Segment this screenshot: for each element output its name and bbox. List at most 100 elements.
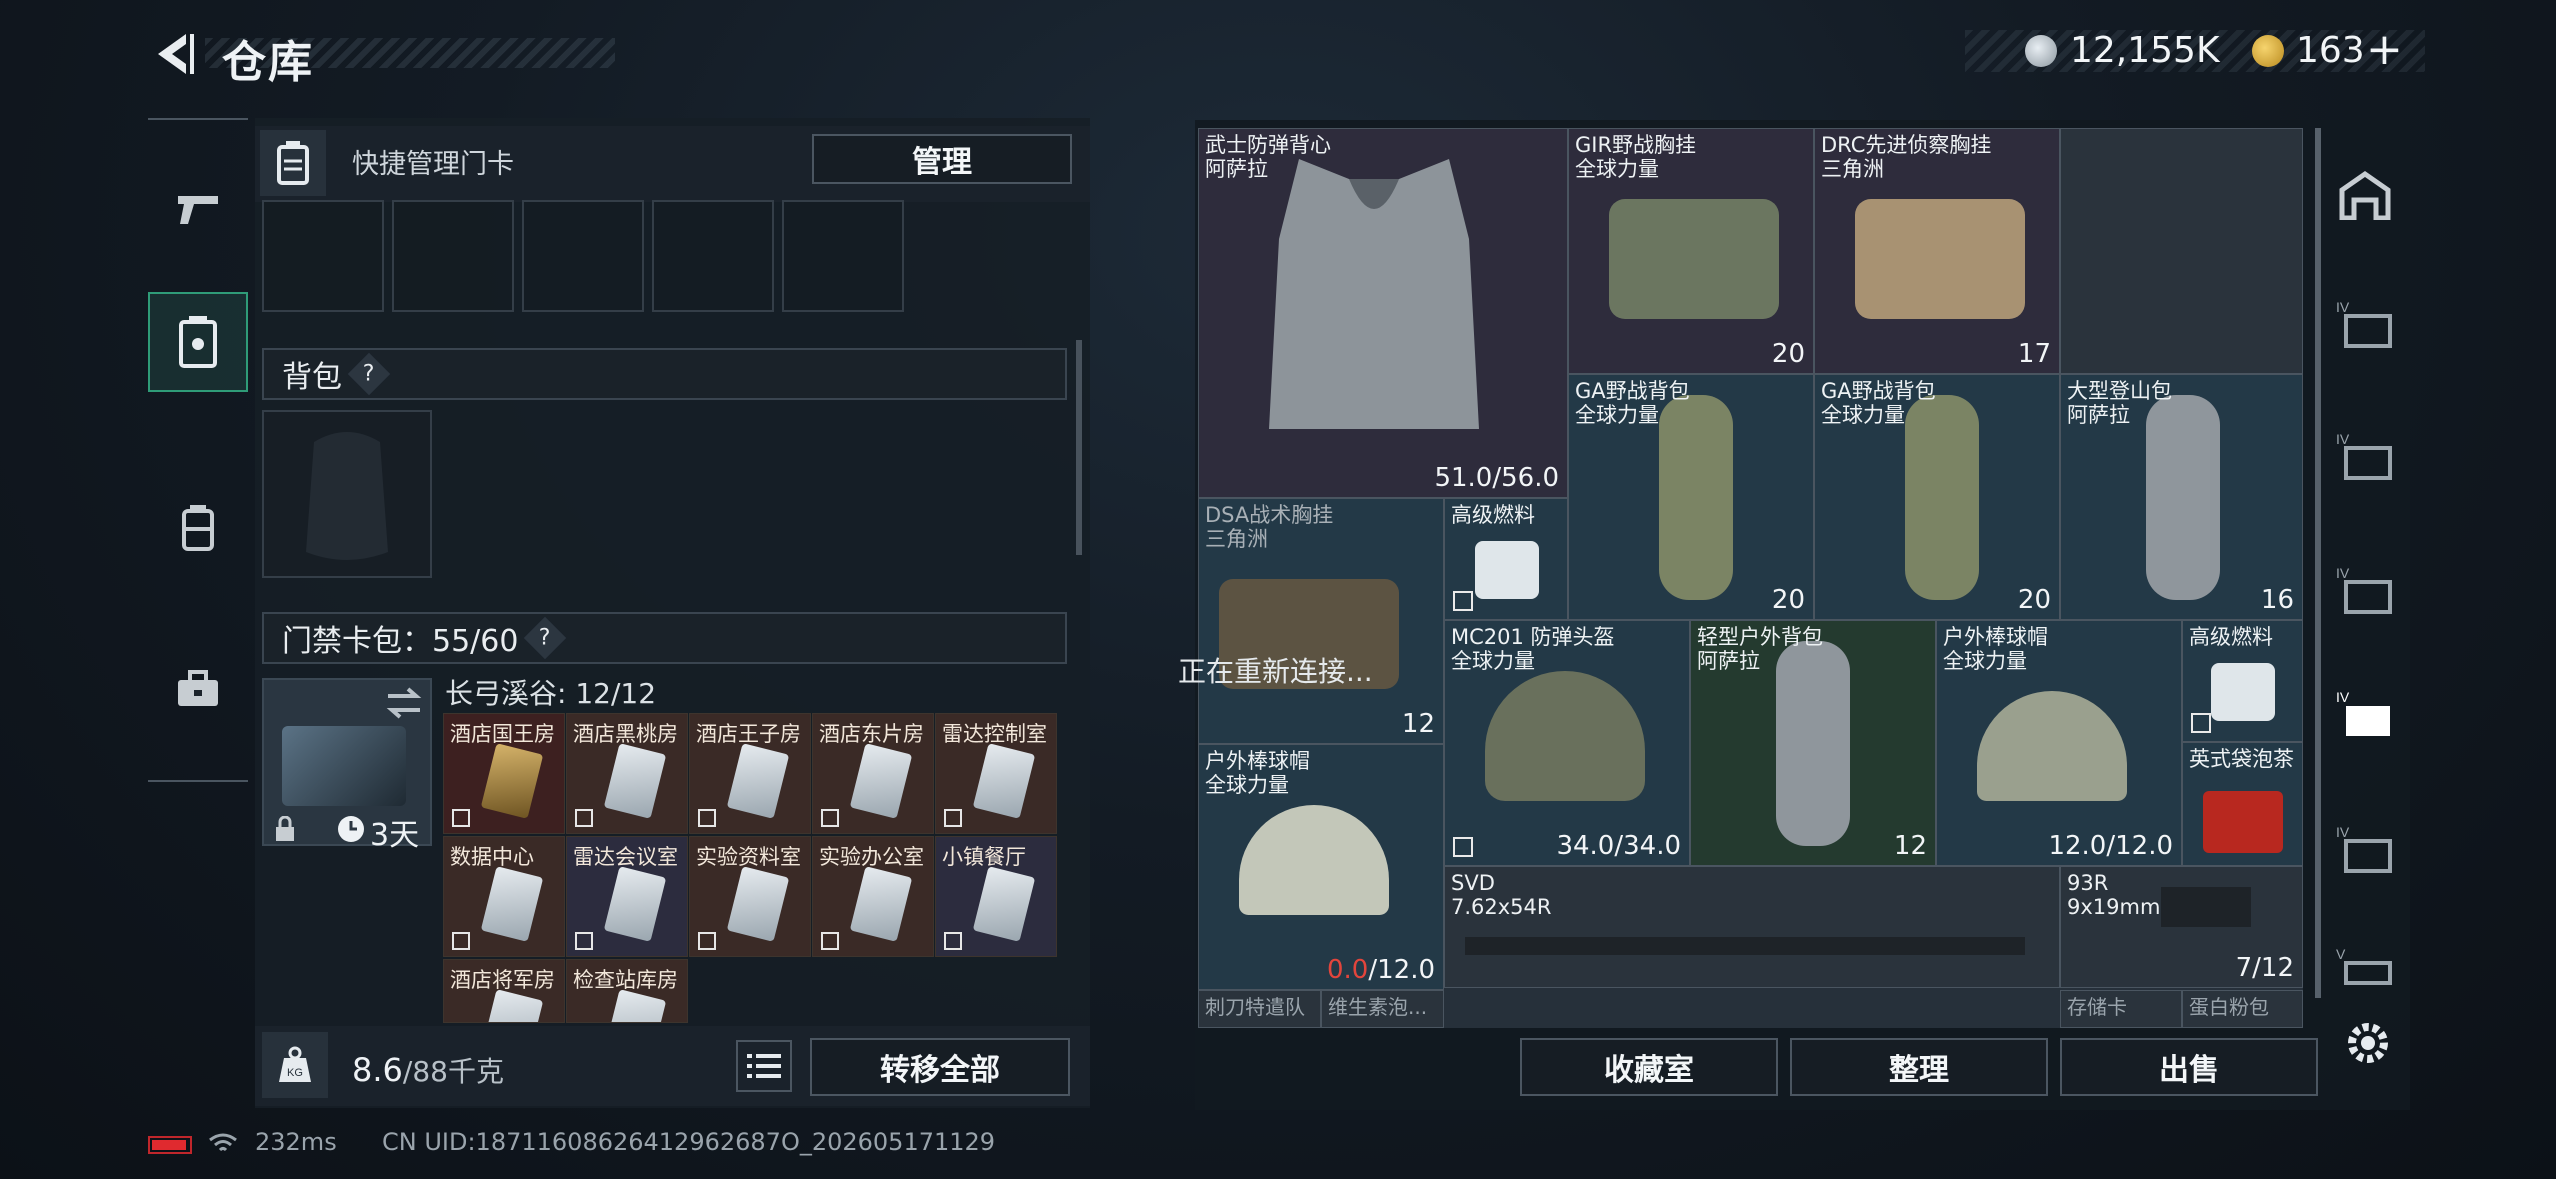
gear-icon[interactable] bbox=[2340, 1015, 2396, 1071]
keycard-case-slot[interactable]: 3天 bbox=[262, 678, 432, 853]
storage-box-icon: IV bbox=[2336, 299, 2392, 348]
storage-box-icon: V bbox=[2336, 946, 2392, 985]
empty-slot[interactable] bbox=[2060, 128, 2303, 374]
item-cap[interactable]: 户外棒球帽 全球力量 12.0/12.0 bbox=[1936, 620, 2182, 866]
item-fuel[interactable]: 高级燃料 bbox=[2182, 620, 2303, 742]
warehouse-tab-2[interactable]: IV bbox=[2330, 556, 2400, 626]
warehouse-tab-4[interactable]: IV bbox=[2330, 290, 2400, 360]
help-icon[interactable]: ? bbox=[524, 616, 567, 660]
item-partial[interactable]: 存储卡 bbox=[2060, 990, 2182, 1028]
quick-slot[interactable] bbox=[652, 200, 774, 312]
transfer-all-button[interactable]: 转移全部 bbox=[810, 1038, 1070, 1096]
svg-text:IV: IV bbox=[2336, 689, 2350, 705]
nav-case[interactable] bbox=[148, 640, 248, 740]
keycard-cell[interactable]: 酒店东片房 bbox=[812, 713, 934, 834]
item-backpack[interactable]: 轻型户外背包 阿萨拉 12 bbox=[1690, 620, 1936, 866]
keycard-icon bbox=[260, 130, 326, 196]
nav-keycard[interactable] bbox=[148, 292, 248, 392]
keycard-quick-label: 快捷管理门卡 bbox=[352, 149, 514, 180]
storage-box-icon: IV bbox=[2336, 689, 2390, 736]
manage-button[interactable]: 管理 bbox=[812, 134, 1072, 184]
item-partial[interactable]: 维生素泡... bbox=[1321, 990, 1444, 1028]
keycard-cell[interactable]: 酒店黑桃房 bbox=[566, 713, 688, 834]
keycard-cell[interactable]: 数据中心 bbox=[443, 836, 565, 957]
keycard-image bbox=[726, 743, 790, 819]
sort-button[interactable]: 整理 bbox=[1790, 1038, 2048, 1096]
swap-icon[interactable] bbox=[384, 686, 424, 720]
keycard-image bbox=[726, 866, 790, 942]
backpack-silhouette-icon bbox=[306, 432, 388, 560]
left-scrollbar[interactable] bbox=[1076, 340, 1082, 555]
keycard-image bbox=[603, 743, 667, 819]
quick-slot[interactable] bbox=[392, 200, 514, 312]
sell-button[interactable]: 出售 bbox=[2060, 1038, 2318, 1096]
quick-slot[interactable] bbox=[522, 200, 644, 312]
item-partial[interactable]: 蛋白粉包 bbox=[2182, 990, 2303, 1028]
keycard-stack-icon bbox=[179, 316, 217, 368]
item-helmet[interactable]: MC201 防弹头盔 全球力量 34.0/34.0 bbox=[1444, 620, 1690, 866]
list-icon bbox=[747, 1054, 781, 1078]
svg-text:IV: IV bbox=[2336, 824, 2350, 840]
pistol-image bbox=[2161, 887, 2251, 927]
quick-slot[interactable] bbox=[782, 200, 904, 312]
item-backpack[interactable]: 大型登山包 阿萨拉 16 bbox=[2060, 374, 2303, 620]
no-share-icon bbox=[698, 932, 716, 950]
back-arrow-icon[interactable] bbox=[150, 28, 194, 80]
carry-weight: 8.6/88千克 bbox=[352, 1051, 504, 1089]
keycard-cell[interactable]: 小镇餐厅 bbox=[935, 836, 1057, 957]
add-currency-button[interactable]: + bbox=[2366, 24, 2403, 75]
item-cap[interactable]: 户外棒球帽 全球力量 0.0/12.0 bbox=[1198, 744, 1444, 990]
warehouse-tab-3[interactable]: IV bbox=[2330, 422, 2400, 492]
cap-image bbox=[1239, 805, 1389, 915]
item-chest-rig[interactable]: DRC先进侦察胸挂 三角洲 17 bbox=[1814, 128, 2060, 374]
warehouse-scrollbar[interactable] bbox=[2315, 128, 2321, 998]
item-partial[interactable]: 刺刀特遣队 bbox=[1198, 990, 1321, 1028]
item-armor-vest[interactable]: 武士防弹背心 阿萨拉 51.0/56.0 bbox=[1198, 128, 1568, 498]
keycard-cell[interactable]: 雷达会议室 bbox=[566, 836, 688, 957]
ping-readout: 232ms bbox=[255, 1128, 337, 1156]
page-title: 仓库 bbox=[222, 37, 314, 88]
no-share-icon bbox=[1453, 837, 1473, 857]
no-share-icon bbox=[452, 809, 470, 827]
collection-room-button[interactable]: 收藏室 bbox=[1520, 1038, 1778, 1096]
keycard-cell[interactable]: 酒店国王房 bbox=[443, 713, 565, 834]
quick-slot[interactable] bbox=[262, 200, 384, 312]
keycard-cell[interactable]: 酒店将军房 bbox=[443, 959, 565, 1023]
item-backpack[interactable]: GA野战背包 全球力量 20 bbox=[1814, 374, 2060, 620]
keycard-image bbox=[972, 743, 1036, 819]
help-icon[interactable]: ? bbox=[347, 352, 391, 396]
nav-weapon[interactable] bbox=[148, 160, 248, 260]
keycard-cell[interactable]: 实验资料室 bbox=[689, 836, 811, 957]
weight-icon: KG bbox=[262, 1032, 328, 1098]
warehouse-tab-active[interactable]: IV bbox=[2330, 680, 2400, 750]
item-backpack[interactable]: GA野战背包 全球力量 20 bbox=[1568, 374, 1814, 620]
list-view-button[interactable] bbox=[736, 1040, 792, 1092]
item-rifle[interactable]: SVD 7.62x54R bbox=[1444, 866, 2060, 988]
fuel-can-image bbox=[2211, 663, 2275, 721]
keycard-cell[interactable]: 雷达控制室 bbox=[935, 713, 1057, 834]
no-share-icon bbox=[452, 932, 470, 950]
battery-icon bbox=[148, 1136, 192, 1154]
item-fuel[interactable]: 高级燃料 bbox=[1444, 498, 1568, 620]
item-tea[interactable]: 英式袋泡茶 bbox=[2182, 742, 2303, 866]
keycard-cell[interactable]: 实验办公室 bbox=[812, 836, 934, 957]
item-chest-rig[interactable]: DSA战术胸挂 三角洲 12 bbox=[1198, 498, 1444, 744]
warehouse-tab-5[interactable]: IV bbox=[2330, 815, 2400, 885]
no-share-icon bbox=[821, 932, 839, 950]
lock-icon bbox=[276, 816, 294, 841]
keycard-cell[interactable]: 酒店王子房 bbox=[689, 713, 811, 834]
backpack-section-header: 背包 ? bbox=[262, 348, 1067, 400]
keycard-image bbox=[603, 866, 667, 942]
item-chest-rig[interactable]: GIR野战胸挂 全球力量 20 bbox=[1568, 128, 1814, 374]
user-uid: CN UID:18711608626412962687O_20260517112… bbox=[382, 1128, 996, 1156]
vest-image bbox=[1269, 159, 1479, 429]
keycard-cell[interactable]: 检查站库房 bbox=[566, 959, 688, 1023]
cap-image bbox=[1977, 691, 2127, 801]
nav-backpack[interactable] bbox=[148, 478, 248, 578]
backpack-equip-slot[interactable] bbox=[262, 410, 432, 578]
warehouse-tab-6[interactable]: V bbox=[2330, 940, 2400, 990]
item-pistol[interactable]: 93R 9x19mm 7/12 bbox=[2060, 866, 2303, 988]
warehouse-tab-all[interactable] bbox=[2330, 160, 2400, 230]
no-share-icon bbox=[698, 809, 716, 827]
coupon-amount: 163 bbox=[2296, 30, 2365, 71]
